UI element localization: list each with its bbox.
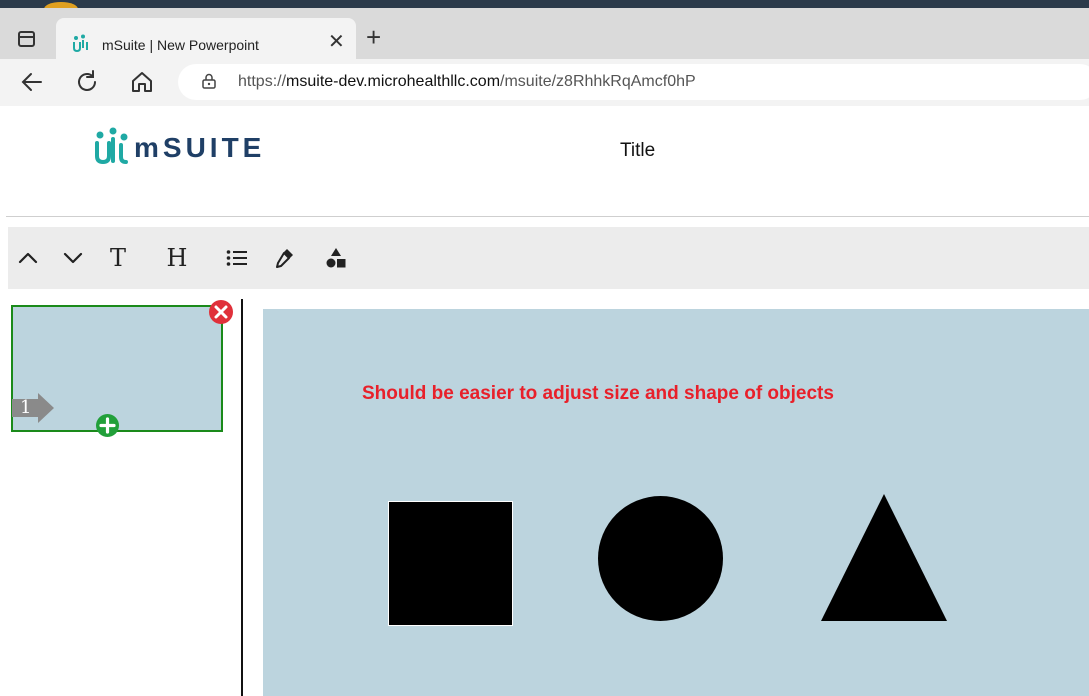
app-header: mSUITE Title: [0, 106, 1089, 216]
text-icon: T: [109, 244, 126, 272]
lock-icon[interactable]: [202, 73, 216, 89]
text-tool-button[interactable]: T: [101, 241, 135, 275]
msuite-logo-icon: [95, 127, 128, 165]
msuite-logo[interactable]: mSUITE: [94, 126, 265, 170]
back-arrow-icon[interactable]: [19, 69, 45, 95]
url-text[interactable]: https://msuite-dev.microhealthllc.com/ms…: [238, 73, 696, 91]
panel-divider[interactable]: [241, 299, 243, 696]
triangle-shape[interactable]: [821, 494, 947, 621]
address-bar[interactable]: https://msuite-dev.microhealthllc.com/ms…: [178, 64, 1089, 100]
browser-tab-bar: mSuite | New Powerpoint ✕ +: [0, 8, 1089, 67]
slide-text-box[interactable]: Should be easier to adjust size and shap…: [362, 383, 834, 405]
eyedropper-icon[interactable]: [267, 241, 301, 275]
url-scheme: https://: [238, 73, 287, 90]
add-slide-icon[interactable]: [95, 413, 120, 438]
close-tab-icon[interactable]: ✕: [328, 32, 345, 52]
browser-toolbar: https://msuite-dev.microhealthllc.com/ms…: [0, 59, 1089, 106]
refresh-icon[interactable]: [74, 69, 100, 95]
square-shape[interactable]: [388, 501, 513, 626]
heading-icon: H: [166, 244, 188, 272]
new-tab-button[interactable]: +: [366, 24, 381, 50]
list-icon[interactable]: [220, 241, 254, 275]
url-path: /msuite/z8RhhkRqAmcf0hP: [500, 73, 696, 90]
heading-tool-button[interactable]: H: [160, 241, 194, 275]
header-divider: [6, 216, 1089, 217]
url-host: msuite-dev.microhealthllc.com: [286, 73, 501, 90]
circle-shape[interactable]: [598, 496, 723, 621]
chevron-up-icon[interactable]: [11, 241, 45, 275]
document-title[interactable]: Title: [620, 140, 655, 162]
desktop-strip: [0, 0, 1089, 16]
editor-toolbar: T H: [8, 227, 1089, 289]
slide-number: 1: [20, 397, 32, 418]
chevron-down-icon[interactable]: [56, 241, 90, 275]
home-icon[interactable]: [129, 69, 155, 95]
slide-number-arrow-icon: [12, 393, 54, 423]
logo-wordmark: mSUITE: [134, 132, 266, 163]
tab-title: mSuite | New Powerpoint: [102, 37, 259, 53]
tab-actions-icon[interactable]: [14, 29, 40, 51]
delete-slide-icon[interactable]: [208, 299, 234, 325]
msuite-favicon-icon: [73, 34, 88, 52]
shapes-icon[interactable]: [319, 241, 353, 275]
